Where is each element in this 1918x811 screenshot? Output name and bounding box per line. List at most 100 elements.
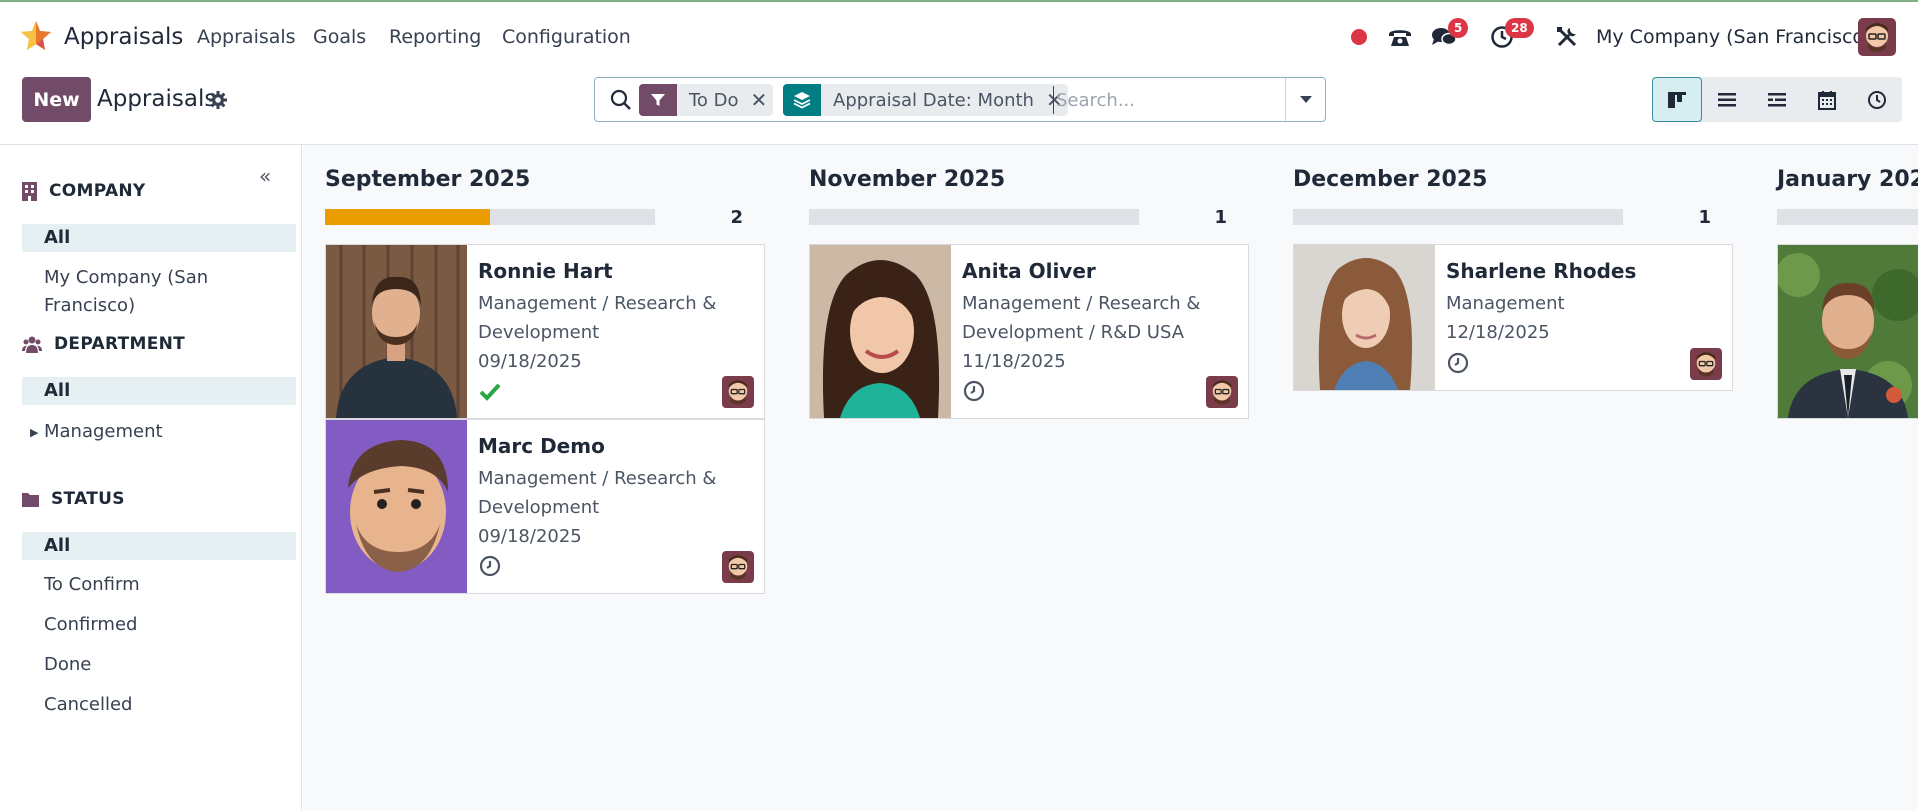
activity-clock-icon[interactable]: [962, 379, 986, 403]
top-navbar: Appraisals Appraisals Goals Reporting Co…: [0, 0, 1918, 70]
section-title: DEPARTMENT: [54, 334, 186, 354]
new-button[interactable]: New: [22, 77, 91, 122]
employee-department: Management / Research & Development: [478, 293, 717, 343]
facet-label: To Do: [689, 89, 739, 111]
caret-down-icon: [1299, 95, 1312, 103]
search-options-toggle[interactable]: [1285, 78, 1325, 121]
column-progress-bar[interactable]: [1293, 209, 1623, 225]
activities-count-badge: 28: [1505, 18, 1534, 38]
column-progress-bar[interactable]: [1777, 209, 1918, 225]
filter-icon: [639, 84, 677, 116]
checkmark-icon[interactable]: [478, 380, 502, 404]
column-progress-bar[interactable]: [325, 209, 655, 225]
layers-icon: [783, 84, 821, 116]
status-filter-done[interactable]: Done: [22, 651, 296, 679]
appraisal-date: 09/18/2025: [478, 526, 582, 547]
kanban-column: January 2026: [1755, 145, 1918, 811]
kanban-board: September 2025 2 Ronnie Hart Management …: [303, 145, 1918, 811]
user-avatar[interactable]: [1858, 18, 1896, 56]
appraisal-date: 12/18/2025: [1446, 322, 1550, 343]
column-title[interactable]: January 2026: [1777, 167, 1918, 192]
employee-name: Sharlene Rhodes: [1446, 259, 1637, 283]
grouped-list-view-button[interactable]: [1752, 77, 1802, 122]
tools-icon[interactable]: [1553, 24, 1581, 50]
employee-photo: [1778, 245, 1918, 418]
facet-to-do[interactable]: To Do ✕: [639, 84, 773, 116]
section-title: COMPANY: [49, 181, 146, 201]
column-count: 1: [1698, 207, 1711, 228]
list-view-icon: [1718, 92, 1736, 106]
activity-view-button[interactable]: [1852, 77, 1902, 122]
activity-clock-icon[interactable]: [1446, 351, 1470, 375]
grouped-list-icon: [1768, 92, 1786, 106]
section-status-header: STATUS: [22, 489, 125, 509]
calendar-view-button[interactable]: [1802, 77, 1852, 122]
list-view-button[interactable]: [1702, 77, 1752, 122]
app-name[interactable]: Appraisals: [64, 24, 183, 50]
section-title: STATUS: [51, 489, 125, 509]
manager-avatar[interactable]: [1206, 376, 1238, 408]
status-filter-to-confirm[interactable]: To Confirm: [22, 571, 296, 599]
status-filter-all[interactable]: All: [22, 532, 296, 560]
column-count: 1: [1214, 207, 1227, 228]
menu-configuration[interactable]: Configuration: [502, 26, 631, 48]
menu-appraisals[interactable]: Appraisals: [197, 26, 296, 48]
odoo-star-logo-icon[interactable]: [20, 20, 52, 52]
messages-count-badge: 5: [1448, 18, 1469, 38]
users-icon: [22, 336, 42, 353]
search-panel-sidebar: « COMPANY All My Company (San Francisco)…: [0, 145, 302, 811]
status-filter-confirmed[interactable]: Confirmed: [22, 611, 296, 639]
employee-department: Management: [1446, 293, 1565, 314]
appraisal-date: 11/18/2025: [962, 351, 1066, 372]
appraisal-date: 09/18/2025: [478, 351, 582, 372]
manager-avatar[interactable]: [722, 376, 754, 408]
manager-avatar[interactable]: [722, 551, 754, 583]
employee-name: Anita Oliver: [962, 259, 1096, 283]
column-progress-bar[interactable]: [809, 209, 1139, 225]
kanban-card[interactable]: Marc Demo Management / Research & Develo…: [325, 419, 765, 594]
section-company-header: COMPANY: [22, 181, 146, 201]
calendar-view-icon: [1818, 90, 1836, 110]
employee-department: Management / Research & Development / R&…: [962, 293, 1201, 343]
kanban-card[interactable]: [1777, 244, 1918, 419]
menu-goals[interactable]: Goals: [313, 26, 366, 48]
employee-photo: [326, 420, 467, 593]
employee-photo: [810, 245, 951, 418]
facet-appraisal-date[interactable]: Appraisal Date: Month ✕: [783, 84, 1068, 116]
menu-reporting[interactable]: Reporting: [389, 26, 481, 48]
activity-clock-icon[interactable]: [478, 554, 502, 578]
recording-indicator-icon[interactable]: [1345, 24, 1373, 50]
remove-facet-icon[interactable]: ✕: [751, 88, 773, 112]
column-title[interactable]: December 2025: [1293, 167, 1487, 192]
search-input[interactable]: [1053, 86, 1273, 114]
folder-icon: [22, 492, 39, 507]
column-title[interactable]: September 2025: [325, 167, 530, 192]
status-filter-cancelled[interactable]: Cancelled: [22, 691, 296, 719]
employee-department: Management / Research & Development: [478, 468, 717, 518]
kanban-card[interactable]: Anita Oliver Management / Research & Dev…: [809, 244, 1249, 419]
search-icon[interactable]: [609, 88, 633, 112]
employee-name: Ronnie Hart: [478, 259, 613, 283]
section-department-header: DEPARTMENT: [22, 334, 185, 354]
manager-avatar[interactable]: [1690, 348, 1722, 380]
employee-name: Marc Demo: [478, 434, 605, 458]
kanban-view-icon: [1668, 91, 1686, 108]
search-bar: To Do ✕ Appraisal Date: Month ✕: [594, 77, 1326, 122]
company-filter-all[interactable]: All: [22, 224, 296, 252]
company-switcher[interactable]: My Company (San Francisco): [1596, 26, 1871, 48]
department-filter-management[interactable]: Management: [22, 418, 296, 446]
company-filter-my-company[interactable]: My Company (San Francisco): [22, 264, 296, 316]
facet-label: Appraisal Date: Month: [833, 89, 1034, 111]
kanban-view-button[interactable]: [1652, 77, 1702, 122]
collapse-sidebar-icon[interactable]: «: [259, 164, 271, 188]
gear-icon[interactable]: [208, 90, 228, 110]
employee-photo: [326, 245, 467, 418]
building-icon: [22, 181, 37, 201]
phone-icon[interactable]: [1386, 24, 1414, 50]
department-filter-all[interactable]: All: [22, 377, 296, 405]
page-title: Appraisals: [97, 86, 217, 112]
view-switcher: [1652, 77, 1902, 122]
kanban-card[interactable]: Ronnie Hart Management / Research & Deve…: [325, 244, 765, 419]
column-title[interactable]: November 2025: [809, 167, 1005, 192]
kanban-card[interactable]: Sharlene Rhodes Management 12/18/2025: [1293, 244, 1733, 391]
